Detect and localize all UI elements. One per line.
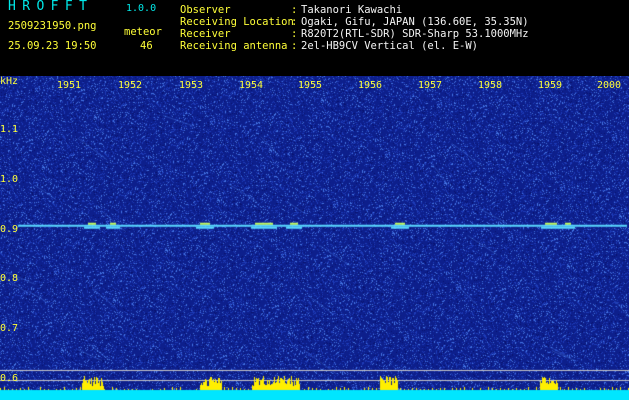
y-tick-label: 0.9	[0, 224, 19, 235]
y-tick-label: 0.8	[0, 273, 19, 284]
location-sep: :	[291, 16, 298, 28]
x-tick-label: 1952	[118, 80, 143, 91]
meteor-count: 46	[140, 40, 153, 52]
observer-value: Takanori Kawachi	[301, 4, 403, 16]
y-tick-label: 0.6	[0, 373, 19, 384]
y-tick-label: 1.0	[0, 174, 19, 185]
datetime-label: 25.09.23 19:50	[8, 40, 97, 52]
x-tick-label: 1957	[418, 80, 443, 91]
x-tick-label: 1951	[57, 80, 82, 91]
y-tick-label: 1.1	[0, 124, 19, 135]
meteor-label: meteor	[124, 26, 162, 38]
app-title: HROFFT	[8, 0, 94, 14]
receiver-key: Receiver	[180, 28, 231, 40]
x-tick-label: 1956	[358, 80, 383, 91]
x-tick-label: 1959	[538, 80, 563, 91]
location-key: Receiving Location	[180, 16, 294, 28]
x-tick-label: 2000	[597, 80, 622, 91]
antenna-sep: :	[291, 40, 298, 52]
x-tick-label: 1953	[179, 80, 204, 91]
header-panel: HROFFT 1.0.0 2509231950.png meteor 25.09…	[0, 0, 629, 76]
location-value: Ogaki, Gifu, JAPAN (136.60E, 35.35N)	[301, 16, 529, 28]
observer-sep: :	[291, 4, 298, 16]
x-tick-label: 1954	[239, 80, 264, 91]
spectrogram	[0, 76, 629, 400]
antenna-value: 2el-HB9CV Vertical (el. E-W)	[301, 40, 479, 52]
filename-label: 2509231950.png	[8, 20, 97, 32]
x-tick-label: 1955	[298, 80, 323, 91]
x-tick-label: 1958	[478, 80, 503, 91]
receiver-sep: :	[291, 28, 298, 40]
antenna-key: Receiving antenna	[180, 40, 288, 52]
y-tick-label: 0.7	[0, 323, 19, 334]
receiver-value: R820T2(RTL-SDR) SDR-Sharp 53.1000MHz	[301, 28, 529, 40]
y-unit-label: kHz	[0, 76, 19, 87]
app-version: 1.0.0	[126, 3, 157, 14]
observer-key: Observer	[180, 4, 231, 16]
